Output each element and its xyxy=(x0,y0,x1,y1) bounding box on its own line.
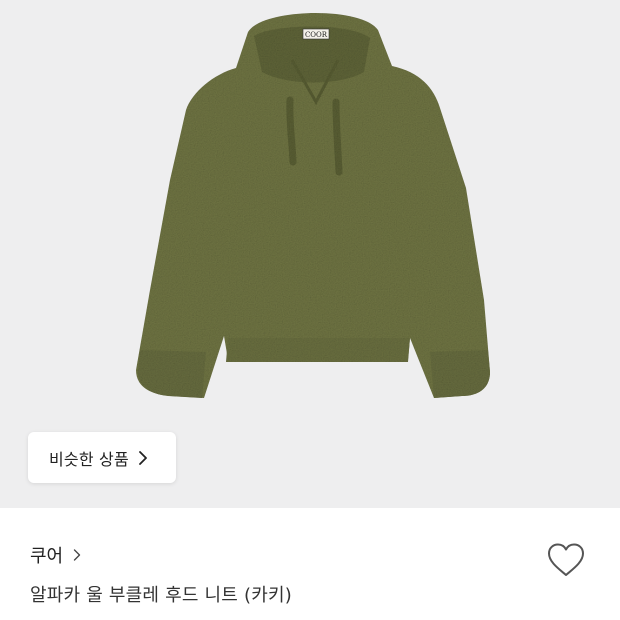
brand-label-text: COOR xyxy=(305,31,328,39)
chevron-right-icon xyxy=(73,549,81,561)
brand-name: 쿠어 xyxy=(30,546,64,567)
right-cuff xyxy=(430,350,490,398)
product-image-area[interactable]: COOR 비슷한 상품 xyxy=(0,0,620,508)
drawstring-left xyxy=(286,96,297,166)
product-name: 알파카 울 부클레 후드 니트 (카키) xyxy=(30,585,292,606)
ribbed-hem xyxy=(226,338,410,362)
heart-outline-icon[interactable] xyxy=(545,541,587,579)
similar-products-button[interactable]: 비슷한 상품 xyxy=(28,432,176,483)
product-info: 쿠어 알파카 울 부클레 후드 니트 (카키) xyxy=(0,508,620,620)
brand-link[interactable]: 쿠어 xyxy=(30,542,81,568)
similar-products-label: 비슷한 상품 xyxy=(49,449,129,469)
drawstring-right xyxy=(332,98,343,176)
chevron-right-icon xyxy=(138,450,147,465)
